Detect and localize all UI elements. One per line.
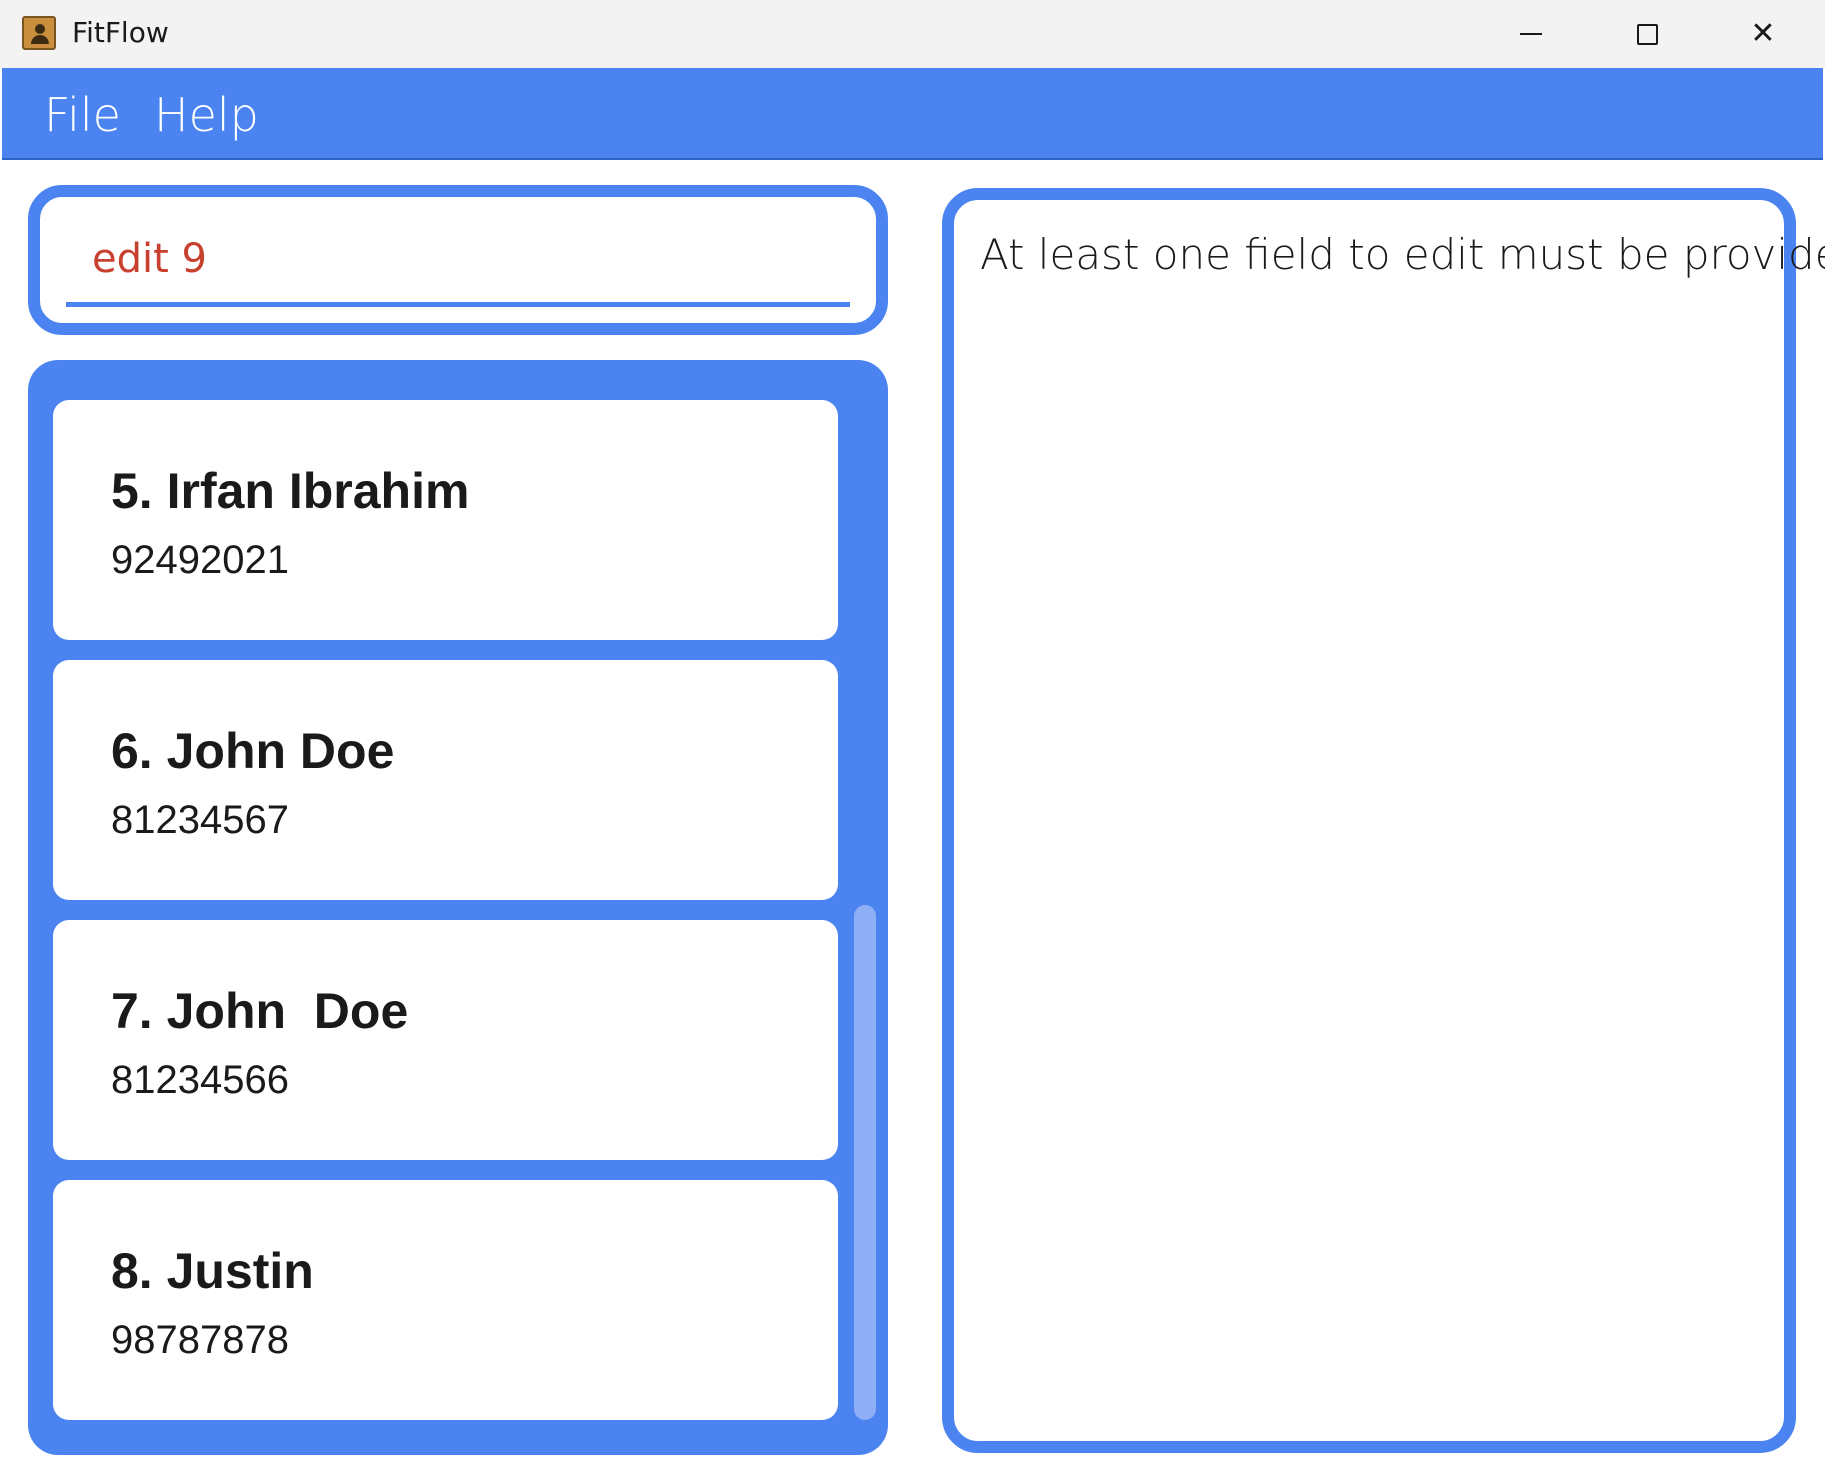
person-name: 7. John Doe xyxy=(111,983,409,1039)
person-list-panel[interactable]: 5. Irfan Ibrahim 92492021 6. John Doe 81… xyxy=(28,360,888,1455)
menu-file[interactable]: File xyxy=(44,88,121,142)
person-name: 6. John Doe xyxy=(111,723,395,779)
address-book-icon xyxy=(22,16,56,50)
menu-help[interactable]: Help xyxy=(154,88,259,142)
person-phone: 81234567 xyxy=(111,798,289,842)
person-name: 8. Justin xyxy=(111,1243,314,1299)
close-button[interactable]: ✕ xyxy=(1705,0,1821,68)
person-phone: 98787878 xyxy=(111,1318,289,1362)
maximize-icon xyxy=(1636,23,1658,45)
person-card[interactable]: 6. John Doe 81234567 xyxy=(53,660,838,900)
title-bar[interactable]: FitFlow ✕ xyxy=(0,0,1825,68)
menu-bar: File Help xyxy=(2,68,1823,160)
result-message: At least one field to edit must be provi… xyxy=(980,230,1825,279)
result-display: At least one field to edit must be provi… xyxy=(942,188,1825,1453)
person-name: 5. Irfan Ibrahim xyxy=(111,463,470,519)
minimize-icon xyxy=(1520,33,1542,35)
command-box xyxy=(28,185,888,335)
window-title: FitFlow xyxy=(72,16,169,49)
person-phone: 81234566 xyxy=(111,1058,289,1102)
list-scrollbar[interactable] xyxy=(854,905,876,1420)
person-card[interactable]: 8. Justin 98787878 xyxy=(53,1180,838,1420)
close-icon: ✕ xyxy=(1750,16,1776,51)
minimize-button[interactable] xyxy=(1473,0,1589,68)
app-window: FitFlow ✕ File Help 5. Irfan Ibrahim 924… xyxy=(0,0,1825,1482)
person-card[interactable]: 7. John Doe 81234566 xyxy=(53,920,838,1160)
maximize-button[interactable] xyxy=(1589,0,1705,68)
person-phone: 92492021 xyxy=(111,538,289,582)
person-card[interactable]: 5. Irfan Ibrahim 92492021 xyxy=(53,400,838,640)
command-input[interactable] xyxy=(66,215,850,307)
